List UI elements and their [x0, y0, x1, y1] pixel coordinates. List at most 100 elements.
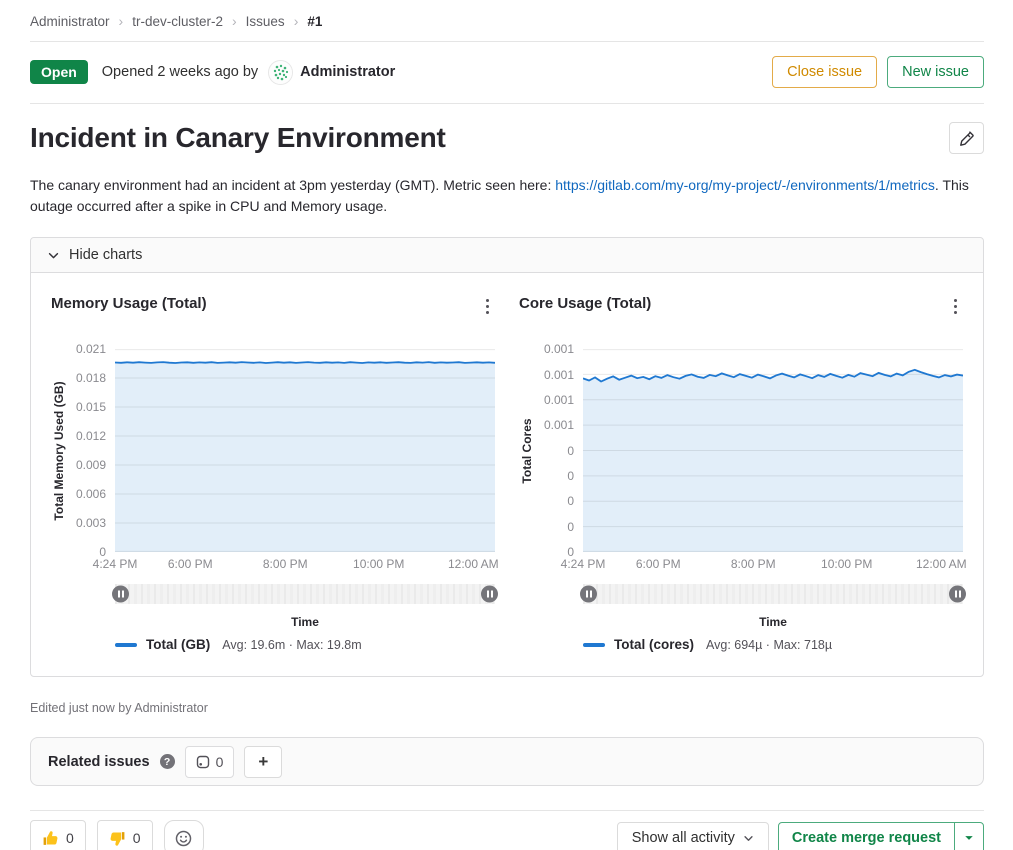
related-issues-card: Related issues ? 0 + — [30, 737, 984, 786]
legend-series-name: Total (cores) — [614, 637, 694, 652]
chart-title: Memory Usage (Total) — [51, 295, 480, 312]
chart-zoom-scrubber[interactable] — [115, 584, 495, 604]
y-tick-label: 0.018 — [76, 371, 106, 385]
author-name[interactable]: Administrator — [300, 64, 395, 80]
add-related-issue-button[interactable]: + — [244, 746, 282, 778]
y-tick-label: 0.015 — [76, 400, 106, 414]
issue-description: The canary environment had an incident a… — [30, 154, 984, 217]
issue-status-bar: Open Opened 2 weeks ago by Administrator… — [30, 42, 984, 103]
y-tick-label: 0.012 — [76, 429, 106, 443]
scrubber-handle-right[interactable] — [949, 586, 966, 603]
x-axis-title: Time — [583, 615, 963, 629]
chart-menu-button[interactable] — [948, 295, 963, 318]
breadcrumb-current-issue: #1 — [307, 14, 322, 29]
edit-title-button[interactable] — [949, 122, 984, 154]
y-tick-label: 0 — [567, 520, 574, 534]
activity-filter-dropdown[interactable]: Show all activity — [617, 822, 769, 850]
breadcrumb: Administrator › tr-dev-cluster-2 › Issue… — [30, 0, 984, 41]
thumbs-up-button[interactable]: 0 — [30, 820, 86, 850]
chart-legend[interactable]: Total (GB) Avg: 19.6m · Max: 19.8m — [115, 637, 495, 652]
edited-note: Edited just now by Administrator — [30, 701, 984, 715]
hide-charts-toggle[interactable]: Hide charts — [31, 238, 983, 273]
scrubber-handle-right[interactable] — [481, 586, 498, 603]
x-tick-label: 8:00 PM — [731, 557, 776, 571]
chart-zoom-scrubber[interactable] — [583, 584, 963, 604]
page-title: Incident in Canary Environment — [30, 122, 949, 154]
chart-legend[interactable]: Total (cores) Avg: 694µ · Max: 718µ — [583, 637, 963, 652]
x-tick-label: 6:00 PM — [636, 557, 681, 571]
thumbs-down-button[interactable]: 0 — [97, 820, 153, 850]
thumbs-up-count: 0 — [66, 830, 74, 846]
y-axis-label: Total Memory Used (GB) — [52, 381, 66, 520]
metrics-charts-panel: Hide charts Memory Usage (Total) Total M… — [30, 237, 984, 677]
y-tick-label: 0 — [567, 444, 574, 458]
x-axis-ticks: 4:24 PM6:00 PM8:00 PM10:00 PM12:00 AM — [583, 552, 963, 571]
activity-filter-label: Show all activity — [632, 830, 735, 846]
chart-title: Core Usage (Total) — [519, 295, 948, 312]
legend-swatch — [583, 643, 605, 647]
chevron-right-icon: › — [232, 13, 237, 29]
close-issue-button[interactable]: Close issue — [772, 56, 877, 88]
chevron-down-icon — [47, 249, 60, 262]
y-tick-label: 0.001 — [544, 368, 574, 382]
chevron-right-icon: › — [119, 13, 124, 29]
add-reaction-button[interactable] — [164, 820, 204, 850]
chevron-right-icon: › — [294, 13, 299, 29]
core-usage-chart: Core Usage (Total) Total Cores 0.001 0.00… — [519, 295, 963, 652]
legend-series-stats: Avg: 19.6m · Max: 19.8m — [222, 638, 361, 652]
smiley-icon — [175, 830, 192, 847]
y-tick-label: 0.021 — [76, 342, 106, 356]
issues-icon — [196, 755, 210, 769]
avatar-identicon — [269, 61, 293, 85]
chart-plot — [583, 349, 963, 552]
create-merge-request-split-button: Create merge request — [778, 822, 984, 850]
legend-series-name: Total (GB) — [146, 637, 210, 652]
y-tick-label: 0.001 — [544, 418, 574, 432]
x-tick-label: 12:00 AM — [916, 557, 967, 571]
create-merge-request-button[interactable]: Create merge request — [779, 823, 954, 850]
help-icon[interactable]: ? — [160, 754, 175, 769]
y-tick-label: 0.006 — [76, 487, 106, 501]
x-tick-label: 6:00 PM — [168, 557, 213, 571]
footer-actions: 0 0 Show all activity Create mer — [30, 811, 984, 850]
scrubber-handle-left[interactable] — [112, 586, 129, 603]
avatar[interactable] — [268, 60, 293, 85]
breadcrumb-item-group[interactable]: Administrator — [30, 14, 110, 29]
legend-swatch — [115, 643, 137, 647]
x-tick-label: 10:00 PM — [821, 557, 872, 571]
description-text: The canary environment had an incident a… — [30, 177, 555, 193]
y-tick-label: 0.001 — [544, 393, 574, 407]
breadcrumb-item-project[interactable]: tr-dev-cluster-2 — [132, 14, 223, 29]
x-tick-label: 8:00 PM — [263, 557, 308, 571]
y-axis-ticks: 0.0010.0010.0010.00100000 — [535, 349, 583, 552]
x-tick-label: 12:00 AM — [448, 557, 499, 571]
scrubber-handle-left[interactable] — [580, 586, 597, 603]
y-tick-label: 0.001 — [544, 342, 574, 356]
y-tick-label: 0 — [567, 469, 574, 483]
related-issues-count-badge: 0 — [185, 746, 235, 778]
create-merge-request-caret-button[interactable] — [954, 823, 983, 850]
y-tick-label: 0.003 — [76, 516, 106, 530]
thumbs-down-count: 0 — [133, 830, 141, 846]
y-tick-label: 0.009 — [76, 458, 106, 472]
charts-row: Memory Usage (Total) Total Memory Used (… — [31, 273, 983, 676]
metrics-link[interactable]: https://gitlab.com/my-org/my-project/-/e… — [555, 177, 935, 193]
x-tick-label: 4:24 PM — [561, 557, 606, 571]
related-issues-count: 0 — [216, 754, 224, 770]
y-axis-ticks: 0.0210.0180.0150.0120.0090.0060.0030 — [67, 349, 115, 552]
new-issue-button[interactable]: New issue — [887, 56, 984, 88]
x-tick-label: 4:24 PM — [93, 557, 138, 571]
chevron-down-icon — [743, 833, 754, 844]
chart-menu-button[interactable] — [480, 295, 495, 318]
related-issues-title: Related issues — [48, 754, 150, 770]
memory-usage-chart: Memory Usage (Total) Total Memory Used (… — [51, 295, 495, 652]
hide-charts-label: Hide charts — [69, 247, 142, 263]
chart-plot — [115, 349, 495, 552]
title-row: Incident in Canary Environment — [30, 104, 984, 154]
thumbs-up-icon — [42, 830, 59, 847]
breadcrumb-item-issues[interactable]: Issues — [246, 14, 285, 29]
y-axis-label: Total Cores — [520, 418, 534, 483]
x-tick-label: 10:00 PM — [353, 557, 404, 571]
y-tick-label: 0 — [567, 494, 574, 508]
thumbs-down-icon — [109, 830, 126, 847]
